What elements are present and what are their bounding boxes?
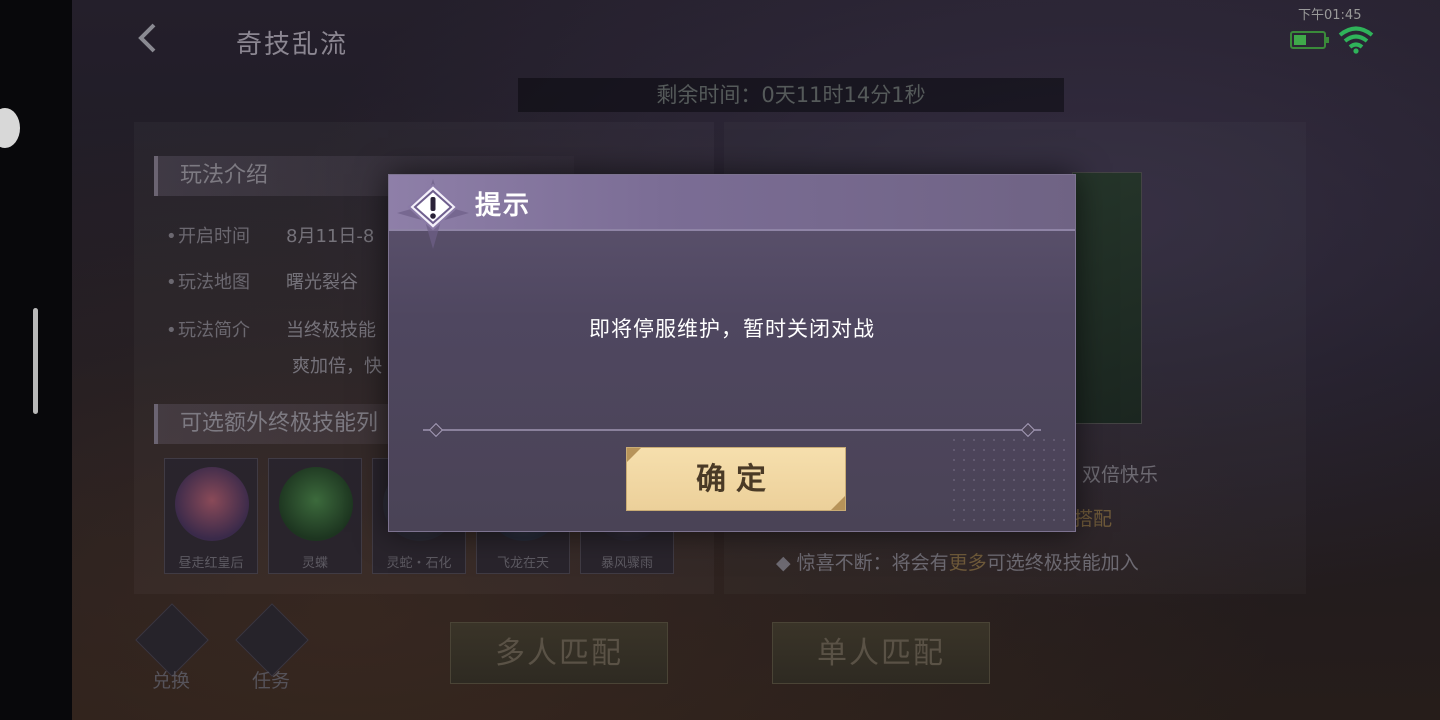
dialog-title: 提示 [475, 191, 532, 221]
alert-icon [397, 179, 469, 249]
notice-dialog: 提示 即将停服维护，暂时关闭对战 确定 [388, 174, 1076, 532]
confirm-button[interactable]: 确定 [626, 447, 846, 511]
dialog-message: 即将停服维护，暂时关闭对战 [589, 317, 875, 341]
decorative-dots [949, 435, 1069, 525]
dialog-divider [423, 429, 1041, 431]
